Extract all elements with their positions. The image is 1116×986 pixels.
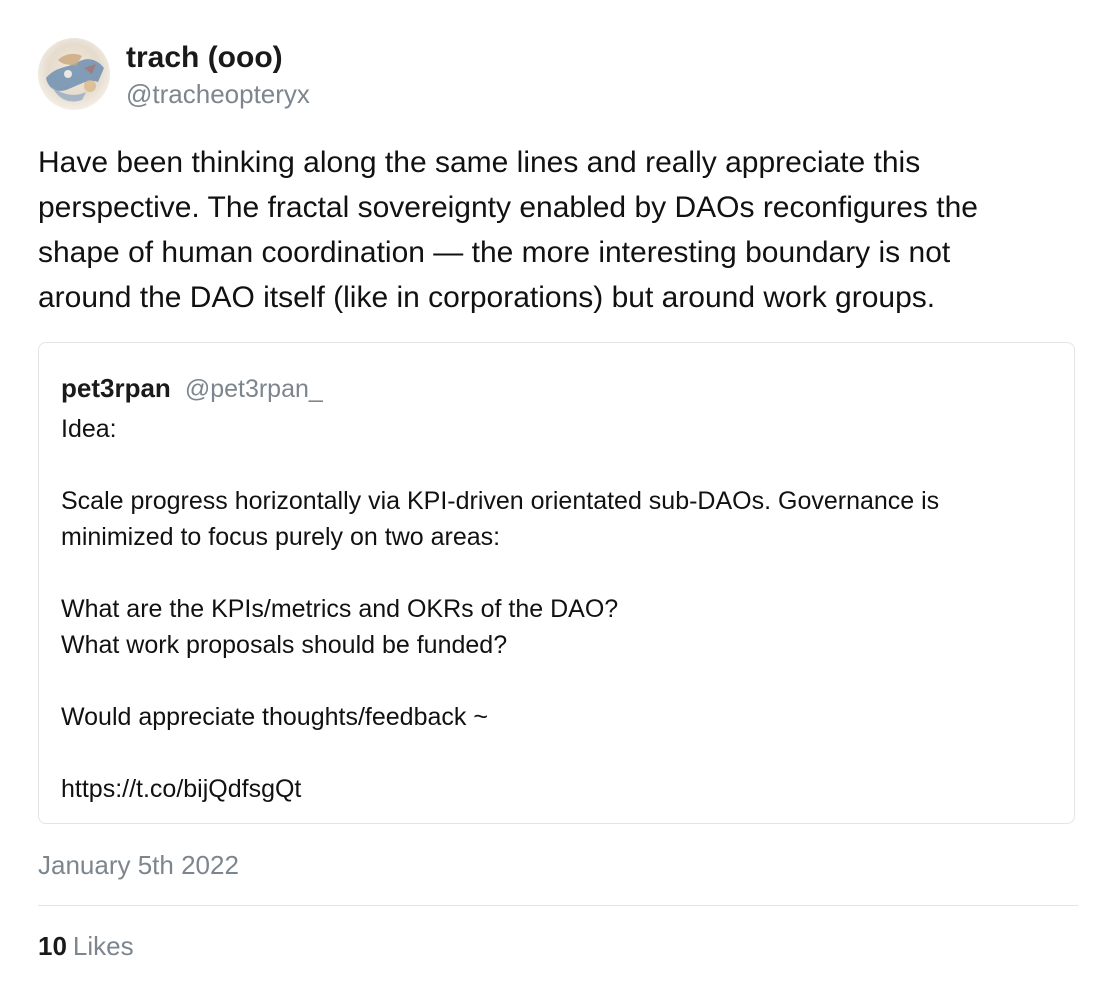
quoted-author-name[interactable]: pet3rpan [61, 373, 171, 403]
likes-stat[interactable]: 10 Likes [38, 929, 134, 963]
tweet-card: trach (ooo) @tracheopteryx Have been thi… [0, 0, 1116, 986]
quoted-tweet[interactable]: pet3rpan @pet3rpan_ Idea: Scale progress … [38, 342, 1075, 824]
likes-count: 10 [38, 931, 67, 961]
quoted-text-line: What work proposals should be funded? [61, 631, 508, 659]
tweet-text-line: shape of human coordination — the more i… [38, 236, 951, 269]
quoted-text-line: Scale progress horizontally via KPI-driv… [61, 487, 940, 515]
tweet-text-line: perspective. The fractal sovereignty ena… [38, 191, 978, 224]
quoted-tweet-author: pet3rpan @pet3rpan_ [61, 371, 323, 410]
quoted-text-line [61, 735, 939, 771]
avatar[interactable] [38, 38, 110, 110]
quoted-text-line: Would appreciate thoughts/feedback ~ [61, 703, 488, 731]
quoted-tweet-link[interactable]: https://t.co/bijQdfsgQt [61, 771, 939, 807]
quoted-tweet-text: Idea: Scale progress horizontally via KP… [61, 411, 939, 807]
quoted-author-handle[interactable]: @pet3rpan_ [185, 375, 323, 403]
avatar-image [38, 38, 110, 110]
tweet-text: Have been thinking along the same lines … [38, 140, 1083, 320]
tweet-date[interactable]: January 5th 2022 [38, 848, 239, 882]
quoted-text-line: minimized to focus purely on two areas: [61, 523, 501, 551]
likes-label: Likes [72, 931, 134, 961]
quoted-text-line [61, 447, 939, 483]
quoted-text-line [61, 663, 939, 699]
tweet-text-line: Have been thinking along the same lines … [38, 146, 921, 179]
author-handle[interactable]: @tracheopteryx [126, 77, 310, 111]
author-name[interactable]: trach (ooo) [126, 38, 283, 78]
quoted-text-line [61, 555, 939, 591]
tweet-text-line: around the DAO itself (like in corporati… [38, 281, 936, 314]
divider [38, 905, 1078, 906]
quoted-text-line: What are the KPIs/metrics and OKRs of th… [61, 595, 619, 623]
quoted-text-line: Idea: [61, 415, 117, 443]
